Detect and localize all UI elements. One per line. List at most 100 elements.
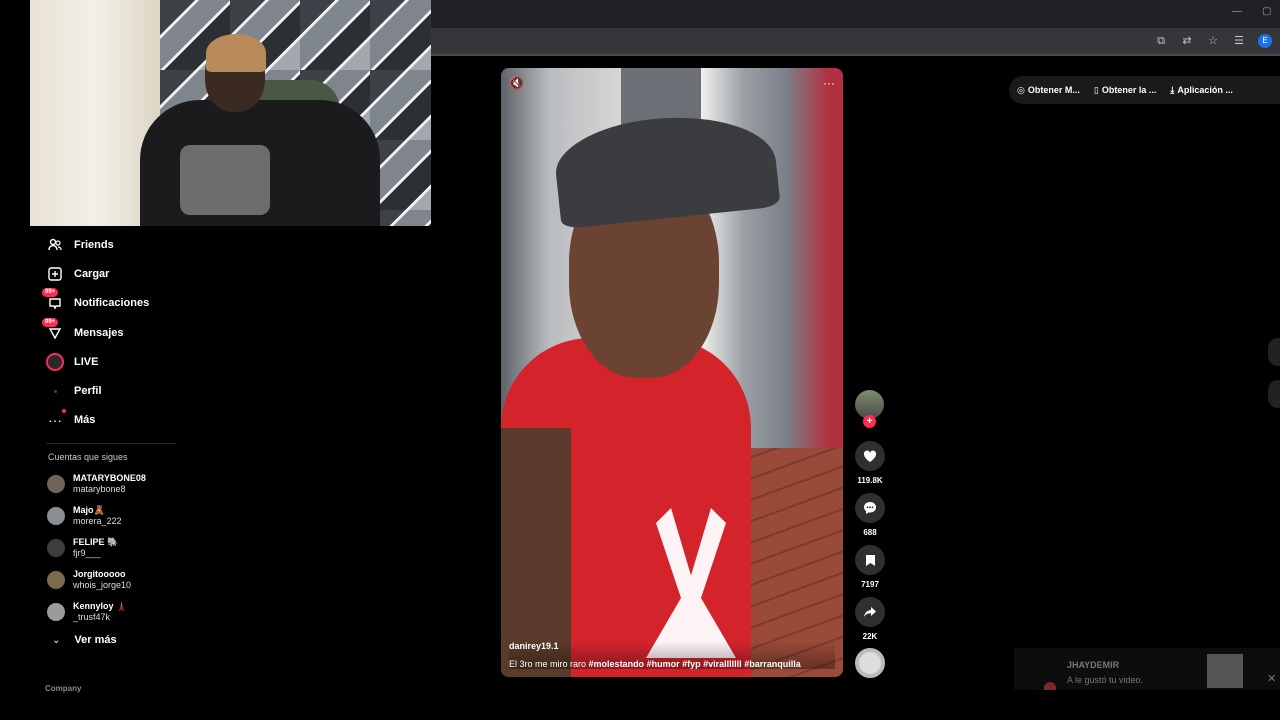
video-player[interactable]: 🔇 ··· danirey19.1 El 3ro me miro raro #m… bbox=[501, 68, 843, 677]
account-username: _trusf47k bbox=[73, 612, 111, 623]
friends-icon bbox=[46, 236, 64, 254]
download-icon: ⤓ bbox=[1170, 84, 1175, 95]
more-dot bbox=[62, 409, 66, 414]
video-top-controls: 🔇 ··· bbox=[509, 76, 835, 90]
video-more-button[interactable]: ··· bbox=[823, 76, 835, 90]
sidebar-item-label: Notificaciones bbox=[74, 297, 150, 310]
get-app-button[interactable]: ▯ Obtener la ... bbox=[1094, 85, 1156, 96]
video-caption: danirey19.1 El 3ro me miro raro #molesta… bbox=[509, 641, 835, 669]
toast-name: JHAYDEMIR bbox=[1067, 660, 1120, 670]
comment-icon bbox=[864, 502, 876, 514]
company-link[interactable]: Company bbox=[45, 684, 81, 693]
messages-badge: 99+ bbox=[42, 317, 59, 327]
avatar bbox=[47, 475, 65, 494]
sidebar-item-profile[interactable]: Perfil bbox=[30, 376, 205, 405]
install-app-icon[interactable]: ⧉ bbox=[1154, 34, 1168, 48]
following-account[interactable]: Majo🧸 morera_222 bbox=[30, 500, 205, 532]
following-account[interactable]: Kennyloy 🗼 _trusf47k bbox=[30, 596, 205, 628]
account-name: Kennyloy 🗼 bbox=[73, 601, 128, 612]
phone-icon: ▯ bbox=[1093, 84, 1099, 95]
account-username: matarybone8 bbox=[73, 484, 126, 495]
account-name: FELIPE 🐘 bbox=[73, 537, 119, 548]
sidebar-item-label: Friends bbox=[74, 238, 114, 251]
minimize-icon[interactable]: — bbox=[1232, 6, 1242, 17]
hashtag-link[interactable]: #molestando bbox=[589, 659, 645, 669]
coin-icon: ◎ bbox=[1017, 84, 1025, 95]
comment-button[interactable] bbox=[855, 493, 885, 523]
following-account[interactable]: FELIPE 🐘 fjr9___ bbox=[30, 532, 205, 564]
avatar bbox=[47, 603, 65, 622]
mute-icon[interactable]: 🔇 bbox=[509, 76, 524, 90]
sidebar-item-friends[interactable]: Friends bbox=[30, 230, 205, 259]
avatar bbox=[47, 507, 65, 526]
browser-address-bar[interactable]: ⧉ ⇄ ☆ ☰ E bbox=[431, 28, 1280, 56]
heart-icon bbox=[863, 450, 877, 462]
sidebar-item-label: LIVE bbox=[74, 355, 99, 368]
sidebar-item-messages[interactable]: 99+ Mensajes bbox=[30, 317, 205, 347]
upload-icon bbox=[46, 265, 64, 283]
more-icon: ··· bbox=[46, 409, 66, 429]
get-coins-label: Obtener M... bbox=[1027, 85, 1080, 95]
webcam-person-cap bbox=[206, 34, 266, 72]
following-account[interactable]: MATARYBONE08 matarybone8 bbox=[30, 468, 205, 500]
see-more-button[interactable]: ⌄ Ver más bbox=[30, 628, 205, 652]
save-button[interactable] bbox=[855, 545, 885, 575]
account-name: MATARYBONE08 bbox=[73, 473, 146, 484]
video-description: El 3ro me miro raro #molestando #humor #… bbox=[509, 659, 835, 669]
profile-icon bbox=[46, 382, 64, 400]
close-icon[interactable]: ✕ bbox=[1267, 672, 1276, 685]
avatar bbox=[1044, 682, 1056, 690]
account-name: Jorgitooooo bbox=[73, 569, 126, 580]
save-count: 7197 bbox=[861, 580, 879, 589]
notification-toast[interactable]: JHAYDEMIR A le gustó tu video. ✕ bbox=[1014, 648, 1280, 690]
sidebar-item-upload[interactable]: Cargar bbox=[30, 259, 205, 288]
translate-icon[interactable]: ⇄ bbox=[1180, 34, 1194, 48]
chevron-down-icon: ⌄ bbox=[52, 634, 61, 646]
video-scene-arm bbox=[501, 428, 571, 677]
hashtag-link[interactable]: #viralllllll bbox=[703, 659, 742, 669]
get-coins-button[interactable]: ◎ Obtener M... bbox=[1017, 85, 1080, 96]
bookmark-star-icon[interactable]: ☆ bbox=[1206, 34, 1220, 48]
sidebar-item-label: Perfil bbox=[74, 385, 102, 398]
account-username: morera_222 bbox=[73, 516, 122, 527]
following-account[interactable]: Jorgitooooo whois_jorge10 bbox=[30, 564, 205, 596]
desktop-app-button[interactable]: ⤓ Aplicación ... bbox=[1170, 85, 1233, 96]
account-username: fjr9___ bbox=[73, 548, 101, 559]
top-right-actions: ◎ Obtener M... ▯ Obtener la ... ⤓ Aplicació… bbox=[1009, 76, 1280, 104]
previous-video-button[interactable] bbox=[1268, 338, 1280, 366]
bookmark-icon bbox=[865, 554, 875, 566]
toast-thumbnail bbox=[1207, 654, 1243, 688]
account-username: whois_jorge10 bbox=[73, 580, 132, 591]
music-disc-icon[interactable] bbox=[855, 648, 885, 678]
hashtag-link[interactable]: #fyp bbox=[682, 659, 701, 669]
sidebar: Friends Cargar 99+ Notificaciones 99+ Me… bbox=[30, 230, 205, 652]
sidebar-divider bbox=[46, 443, 176, 445]
reading-list-icon[interactable]: ☰ bbox=[1232, 34, 1246, 48]
following-title: Cuentas que sigues bbox=[48, 452, 128, 463]
toast-message: A le gustó tu video. bbox=[1067, 675, 1144, 685]
sidebar-item-more[interactable]: ··· Más bbox=[30, 406, 205, 435]
profile-avatar[interactable]: E bbox=[1258, 34, 1272, 48]
caption-text: El 3ro me miro raro bbox=[509, 659, 587, 669]
like-button[interactable] bbox=[855, 441, 885, 471]
sidebar-item-label: Cargar bbox=[74, 267, 110, 280]
comment-count: 688 bbox=[863, 528, 877, 537]
next-video-button[interactable] bbox=[1268, 380, 1280, 408]
maximize-icon[interactable]: ▢ bbox=[1262, 6, 1271, 17]
browser-titlebar: — ▢ bbox=[431, 0, 1280, 28]
desktop-app-label: Aplicación ... bbox=[1177, 85, 1233, 95]
notification-badge: 99+ bbox=[42, 288, 59, 298]
sidebar-item-live[interactable]: LIVE bbox=[30, 347, 205, 376]
share-button[interactable] bbox=[855, 597, 885, 627]
sidebar-item-label: Mensajes bbox=[74, 326, 124, 339]
share-count: 22K bbox=[862, 632, 878, 641]
messages-icon: 99+ bbox=[42, 317, 64, 342]
sidebar-item-notifications[interactable]: 99+ Notificaciones bbox=[30, 288, 205, 318]
hashtag-link[interactable]: #humor bbox=[647, 659, 680, 669]
like-count: 119.8K bbox=[857, 476, 883, 485]
video-author[interactable]: danirey19.1 bbox=[509, 641, 835, 651]
webcam-shirt-print bbox=[180, 145, 270, 215]
hashtag-link[interactable]: #barranquilla bbox=[744, 659, 801, 669]
follow-plus-icon[interactable]: + bbox=[863, 415, 876, 428]
live-icon bbox=[46, 352, 64, 371]
